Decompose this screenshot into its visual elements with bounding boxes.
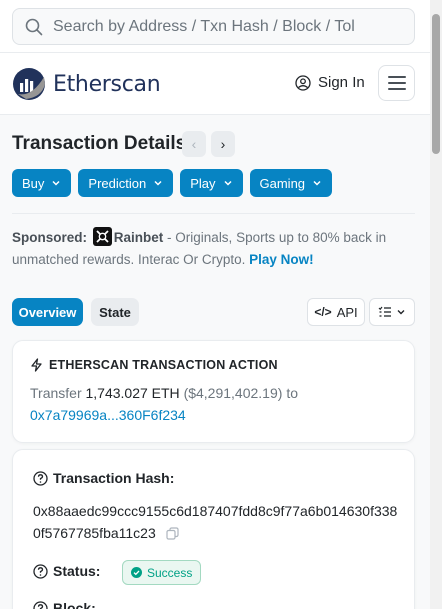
chevron-down-icon bbox=[313, 180, 321, 186]
search-placeholder: Search by Address / Txn Hash / Block / T… bbox=[53, 17, 355, 35]
prediction-dropdown[interactable]: Prediction bbox=[78, 169, 174, 197]
hamburger-menu-button[interactable] bbox=[378, 65, 415, 101]
user-icon bbox=[295, 74, 311, 91]
status-label: Status: bbox=[33, 563, 100, 579]
play-dropdown[interactable]: Play bbox=[180, 169, 243, 197]
recipient-address-link[interactable]: 0x7a79969a...360F6f234 bbox=[30, 407, 186, 423]
page-title: Transaction Details bbox=[12, 133, 187, 154]
api-button[interactable]: </> API bbox=[307, 298, 365, 326]
check-circle-icon bbox=[131, 567, 142, 578]
list-check-icon bbox=[378, 306, 391, 317]
transaction-hash-value: 0x88aaedc99ccc9155c6d187407fdd8c9f77a6b0… bbox=[33, 500, 403, 544]
chevron-down-icon bbox=[52, 180, 60, 186]
question-circle-icon[interactable] bbox=[33, 600, 48, 609]
logo-text: Etherscan bbox=[53, 71, 161, 97]
search-input[interactable]: Search by Address / Txn Hash / Block / T… bbox=[12, 8, 415, 45]
status-label-text: Status: bbox=[53, 563, 101, 579]
search-bar-container: Search by Address / Txn Hash / Block / T… bbox=[0, 0, 442, 53]
transaction-details-card: Transaction Hash: 0x88aaedc99ccc9155c6d1… bbox=[12, 449, 415, 609]
lightning-icon bbox=[31, 358, 42, 372]
transaction-action-body: Transfer 1,743.027 ETH ($4,291,402.19) t… bbox=[30, 382, 400, 426]
prev-transaction-button[interactable]: ‹ bbox=[182, 131, 206, 157]
action-heading-text: ETHERSCAN TRANSACTION ACTION bbox=[49, 358, 278, 372]
transaction-hash-text: 0x88aaedc99ccc9155c6d187407fdd8c9f77a6b0… bbox=[33, 503, 398, 541]
transaction-action-heading: ETHERSCAN TRANSACTION ACTION bbox=[30, 358, 278, 372]
status-badge-text: Success bbox=[147, 565, 193, 580]
gaming-dropdown[interactable]: Gaming bbox=[249, 169, 333, 197]
block-label-text: Block: bbox=[53, 600, 96, 609]
gaming-dropdown-label: Gaming bbox=[259, 175, 306, 191]
api-label: API bbox=[336, 304, 358, 320]
code-icon: </> bbox=[314, 305, 332, 319]
copy-icon[interactable] bbox=[166, 527, 179, 540]
etherscan-logo[interactable]: Etherscan bbox=[12, 67, 161, 101]
promo-dropdowns: Buy Prediction Play Gaming bbox=[12, 169, 333, 197]
question-circle-icon[interactable] bbox=[33, 470, 48, 486]
transaction-action-card: ETHERSCAN TRANSACTION ACTION Transfer 1,… bbox=[12, 340, 415, 443]
menu-line-icon bbox=[387, 76, 406, 78]
block-label: Block: bbox=[33, 600, 96, 609]
transaction-hash-label-text: Transaction Hash: bbox=[53, 470, 175, 486]
menu-line-icon bbox=[387, 88, 406, 90]
buy-dropdown-label: Buy bbox=[22, 175, 45, 191]
sponsored-banner: Sponsored: Rainbet - Originals, Sports u… bbox=[12, 227, 412, 271]
etherscan-logo-icon bbox=[13, 68, 45, 100]
rainbet-logo-icon bbox=[92, 227, 112, 246]
sign-in-label: Sign In bbox=[318, 74, 365, 91]
chevron-down-icon bbox=[154, 180, 162, 186]
buy-dropdown[interactable]: Buy bbox=[12, 169, 72, 197]
search-icon bbox=[25, 18, 43, 35]
chevron-down-icon bbox=[223, 180, 232, 186]
scrollbar[interactable] bbox=[430, 0, 442, 609]
tab-overview[interactable]: Overview bbox=[12, 298, 83, 326]
transfer-amount: 1,743.027 ETH bbox=[85, 385, 180, 401]
action-verb: Transfer bbox=[30, 385, 82, 401]
action-to: to bbox=[286, 385, 298, 401]
site-header: Etherscan Sign In bbox=[0, 53, 430, 115]
sponsor-name[interactable]: Rainbet bbox=[114, 230, 164, 245]
scrollbar-thumb[interactable] bbox=[432, 14, 440, 154]
next-transaction-button[interactable]: › bbox=[211, 131, 235, 157]
play-dropdown-label: Play bbox=[190, 175, 216, 191]
question-circle-icon[interactable] bbox=[33, 563, 48, 579]
tab-state[interactable]: State bbox=[91, 298, 139, 326]
sign-in-link[interactable]: Sign In bbox=[295, 74, 365, 91]
view-options-dropdown[interactable] bbox=[369, 298, 415, 326]
prediction-dropdown-label: Prediction bbox=[88, 175, 147, 191]
divider bbox=[12, 213, 415, 214]
transaction-hash-label: Transaction Hash: bbox=[33, 470, 174, 486]
menu-line-icon bbox=[387, 82, 406, 84]
play-now-link[interactable]: Play Now! bbox=[249, 252, 314, 267]
transfer-usd-value: ($4,291,402.19) bbox=[183, 385, 283, 401]
sponsored-label: Sponsored: bbox=[12, 230, 88, 245]
chevron-down-icon bbox=[397, 310, 405, 315]
status-badge: Success bbox=[122, 560, 202, 585]
